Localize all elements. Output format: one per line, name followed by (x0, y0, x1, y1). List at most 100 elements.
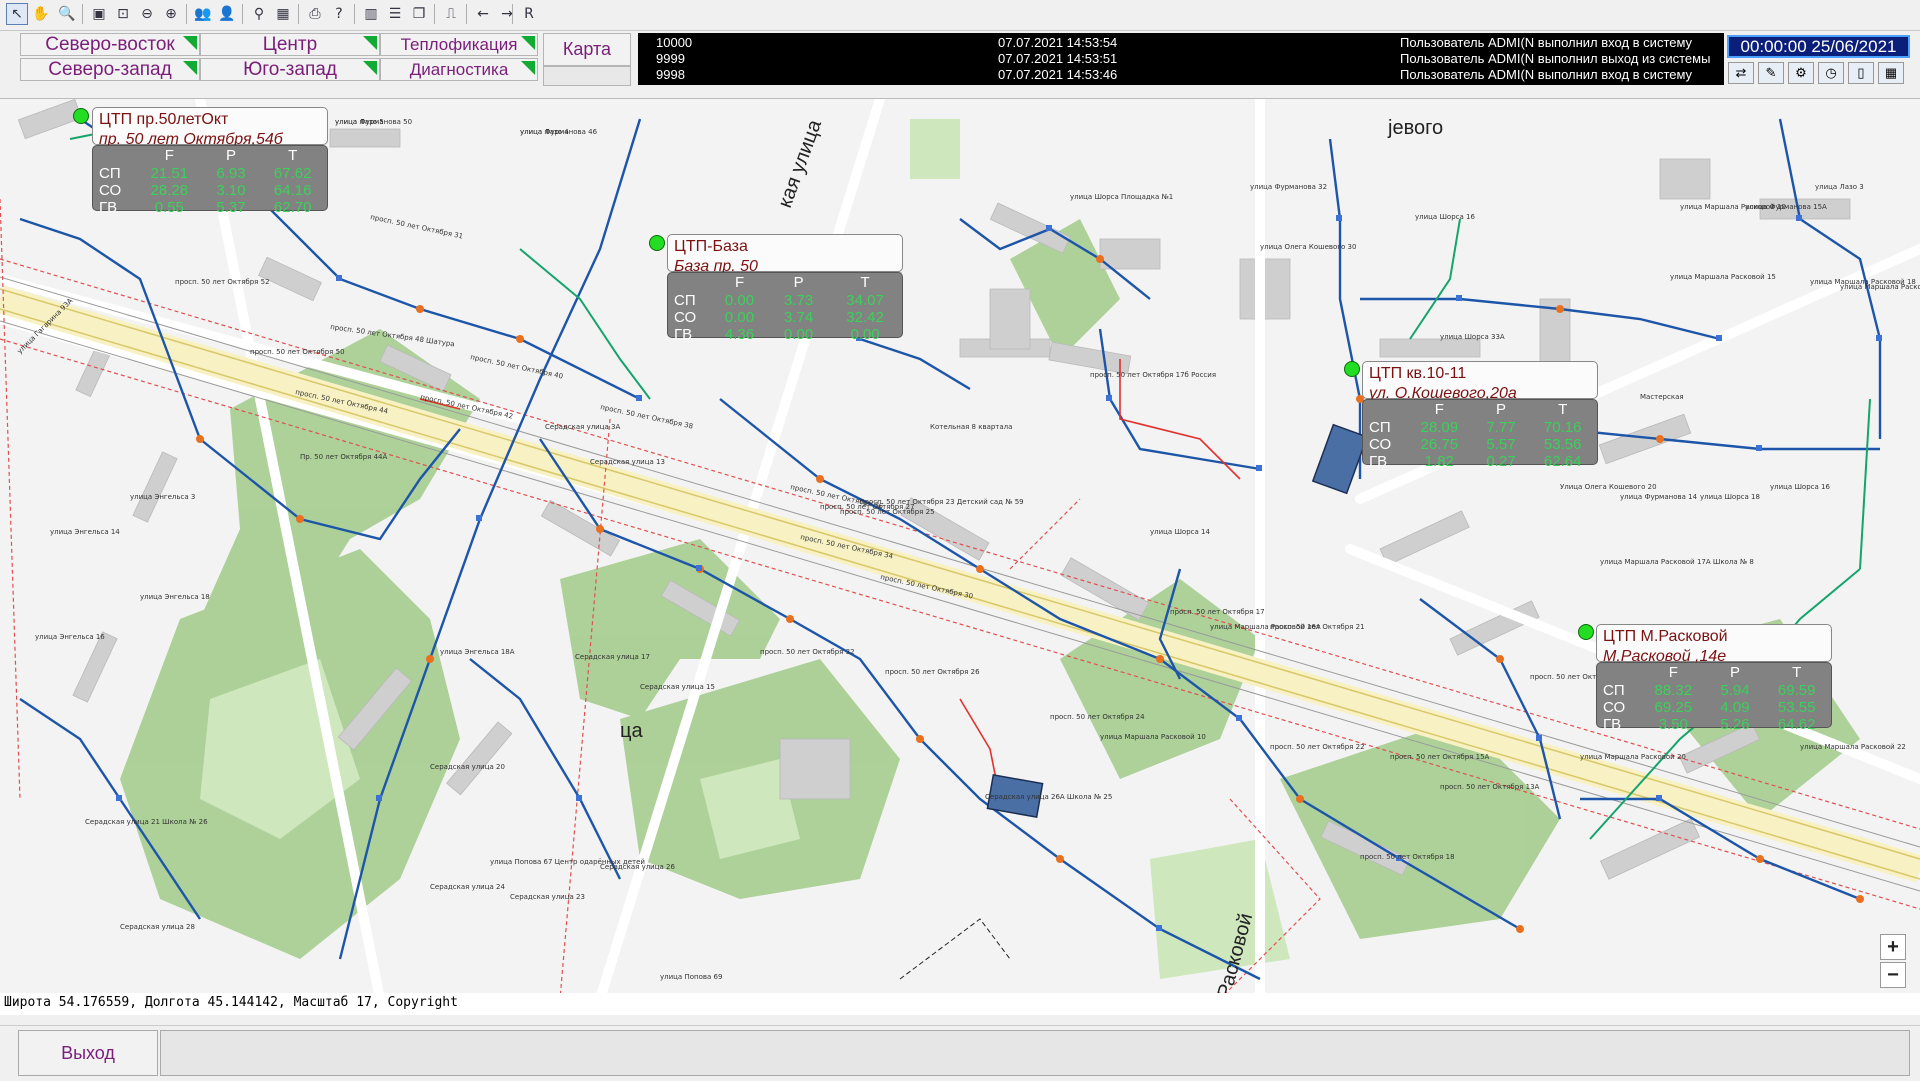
exit-button[interactable]: Выход (18, 1030, 158, 1076)
system-clock: 00:00:00 25/06/2021 (1727, 35, 1910, 58)
footer-panel (160, 1030, 1910, 1076)
street-label: улица Энгельса 3 (130, 493, 195, 501)
event-row: 9999 07.07.2021 14:53:51 Пользователь AD… (656, 51, 1711, 66)
street-label: улица Попова 69 (660, 973, 722, 981)
nav-north-east[interactable]: Северо-восток (20, 33, 200, 56)
street-label: просп. 50 лет Октября 22 (1270, 743, 1365, 751)
nav-center[interactable]: Центр (200, 33, 380, 56)
zoom-fit-icon[interactable]: ⊡ (112, 3, 134, 25)
nav-heating[interactable]: Теплофикация (380, 33, 538, 56)
station-marker[interactable] (73, 108, 89, 124)
event-row: 10000 07.07.2021 14:53:54 Пользователь A… (656, 35, 1693, 50)
nav-south-west[interactable]: Юго-запад (200, 58, 380, 81)
street-label: улица Шорса Площадка №1 (1070, 193, 1173, 201)
street-label: улица Маршала Расковой 17А Школа № 8 (1600, 558, 1754, 566)
toolbar: ↖ ✋ 🔍 ▣ ⊡ ⊖ ⊕ 👥 👤 ⚲ ▦ ⎙ ? ▥ ☰ ❐ ⎍ ← → R (0, 0, 1920, 31)
street-label: улица Маршала Расковой 10 (1100, 733, 1206, 741)
street-label: улица Фурманова 14 (1620, 493, 1698, 501)
street-label: просп. 50 лет Октября 13А (1440, 783, 1540, 791)
street-label: Серадская улица 26А Школа № 25 (985, 793, 1112, 801)
printer-icon[interactable]: ⎙ (304, 3, 326, 25)
street-label: Мастерская (1640, 393, 1684, 401)
magnifier-icon[interactable]: 🔍 (56, 3, 78, 25)
street-label: просп. 50 лет Октября 17 (1170, 608, 1265, 616)
station-name: ЦТП кв.10-11 (1369, 365, 1467, 382)
map-canvas: јевого ца кая улица Расковой улица Фурма… (0, 99, 1920, 994)
station-marker[interactable] (649, 235, 665, 251)
grid-icon[interactable]: ▦ (1878, 62, 1904, 84)
street-label: улица Фурманова 15А (1745, 203, 1827, 211)
arrow-left-icon[interactable]: ← (472, 3, 494, 25)
nav-diagnostics[interactable]: Диагностика (380, 58, 538, 81)
street-label: улица Энгельса 14 (50, 528, 120, 536)
station-name: ЦТП пр.50летОкт (99, 111, 229, 128)
arrow-right-icon[interactable]: → (496, 3, 518, 25)
street-label: улица Маршала Расковой 22 (1800, 743, 1906, 751)
street-label-big: кая улица (774, 116, 826, 210)
map-button[interactable]: Карта (543, 33, 631, 66)
street-label: улица Лазо 5 (335, 118, 384, 126)
edit-icon[interactable]: ✎ (1758, 62, 1784, 84)
street-label: просп. 50 лет Октября 52 (175, 278, 270, 286)
zoom-in-icon[interactable]: ⊕ (160, 3, 182, 25)
street-label: улица Олега Кошевого 30 (1260, 243, 1356, 251)
street-label: улица Энгельса 16 (35, 633, 105, 641)
users-icon[interactable]: 👥 (192, 3, 214, 25)
r-button[interactable]: R (518, 3, 540, 25)
settings-icon[interactable]: ⚙ (1788, 62, 1814, 84)
windows-icon[interactable]: ❐ (408, 3, 430, 25)
district-label-left: ца (620, 720, 643, 742)
street-label: Серадская улица 3А (545, 423, 620, 431)
coordinates-status: Широта 54.176559, Долгота 45.144142, Мас… (0, 993, 1920, 1015)
station-name: ЦТП-База (674, 238, 748, 255)
street-label: просп. 50 лет Октября 15А (1390, 753, 1490, 761)
connect-icon[interactable]: ⇄ (1728, 62, 1754, 84)
street-label: просп. 50 лет Октября 24 (1050, 713, 1145, 721)
station-marker[interactable] (1578, 624, 1594, 640)
street-label: улица Шорса 16 (1415, 213, 1475, 221)
map-sub-panel (543, 66, 631, 86)
hand-icon[interactable]: ✋ (30, 3, 52, 25)
street-label: улица Шорса 18 (1700, 493, 1760, 501)
chart-icon[interactable]: ⎍ (440, 3, 462, 25)
street-label: улица Шорса 33А (1440, 333, 1505, 341)
street-label: улица Маршала Расковой 2 (1840, 283, 1920, 291)
street-label: улица Лазо 4 (520, 128, 569, 136)
street-label: просп. 50 лет Октября 26 (885, 668, 980, 676)
layout-icon[interactable]: ▥ (360, 3, 382, 25)
street-label: Серадская улица 21 Школа № 26 (85, 818, 208, 826)
street-label: улица Маршала Расковой 20 (1580, 753, 1686, 761)
table-icon[interactable]: ▦ (272, 3, 294, 25)
street-label: улица Фурманова 32 (1250, 183, 1327, 191)
event-row: 9998 07.07.2021 14:53:46 Пользователь AD… (656, 67, 1693, 82)
street-label: Серадская улица 20 (430, 763, 505, 771)
nav-north-west[interactable]: Северо-запад (20, 58, 200, 81)
street-label: просп. 50 лет Октября 50 (250, 348, 345, 356)
zoom-in-button[interactable]: + (1880, 934, 1906, 960)
district-label-top: јевого (1387, 117, 1443, 139)
map-view[interactable]: јевого ца кая улица Расковой улица Фурма… (0, 98, 1920, 994)
station-marker[interactable] (1344, 361, 1360, 377)
help-icon[interactable]: ? (328, 3, 350, 25)
street-label: Серадская улица 26 (600, 863, 675, 871)
zoom-out-icon[interactable]: ⊖ (136, 3, 158, 25)
split-icon[interactable]: ☰ (384, 3, 406, 25)
street-label: просп. 50 лет Октября 21 (1270, 623, 1365, 631)
exit-door-icon[interactable]: ▯ (1848, 62, 1874, 84)
zoom-out-button[interactable]: − (1880, 962, 1906, 988)
street-label: Пр. 50 лет Октября 44А (300, 453, 388, 461)
zoom-1-1-icon[interactable]: ▣ (88, 3, 110, 25)
street-label: просп. 50 лет Октября 17б Россия (1090, 371, 1216, 379)
binoculars-icon[interactable]: ⚲ (248, 3, 270, 25)
street-label: Серадская улица 13 (590, 458, 665, 466)
street-label: улица Шорса 14 (1150, 528, 1210, 536)
clock-icon[interactable]: ◷ (1818, 62, 1844, 84)
cursor-icon[interactable]: ↖ (6, 3, 28, 25)
street-label: просп. 50 лет Октября 18 (1360, 853, 1455, 861)
user-edit-icon[interactable]: 👤 (216, 3, 238, 25)
street-label: Серадская улица 28 (120, 923, 195, 931)
street-label: улица Шорса 16 (1770, 483, 1830, 491)
status-spacer (0, 1015, 1920, 1025)
street-label: улица Маршала Расковой 15 (1670, 273, 1776, 281)
event-log: 10000 07.07.2021 14:53:54 Пользователь A… (638, 33, 1724, 85)
